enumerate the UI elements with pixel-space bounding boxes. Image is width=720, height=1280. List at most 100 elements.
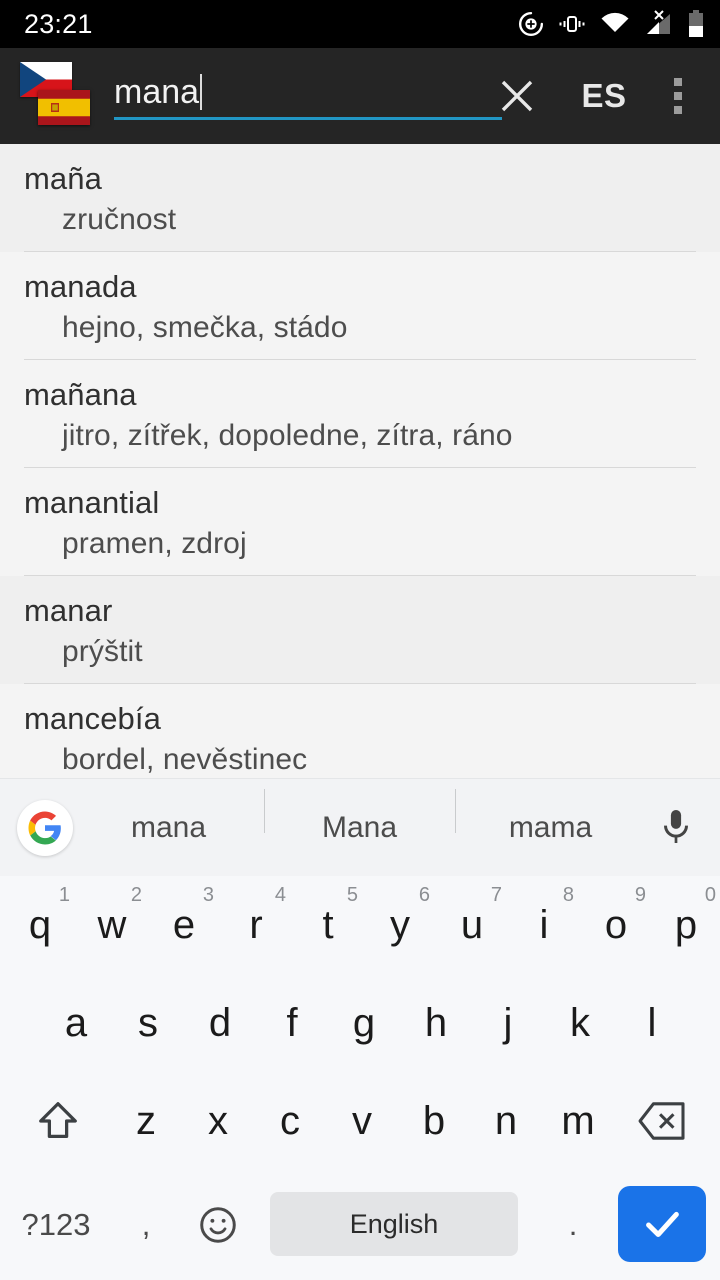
period-key[interactable]: . [540, 1170, 606, 1280]
key-label: q [28, 902, 52, 947]
emoji-key[interactable] [182, 1170, 254, 1280]
symbols-key[interactable]: ?123 [10, 1170, 102, 1280]
key-d[interactable]: d [184, 974, 256, 1072]
suggestion-item[interactable]: Mana [264, 788, 455, 845]
table-row[interactable]: manar prýštit [0, 576, 720, 684]
key-label: n [494, 1098, 518, 1143]
search-input-value: mana [114, 73, 200, 111]
location-icon [518, 11, 544, 37]
overflow-menu-button[interactable] [650, 64, 706, 128]
key-label: h [424, 1000, 448, 1045]
key-label: l [647, 1000, 657, 1045]
key-k[interactable]: k [544, 974, 616, 1072]
key-label: u [460, 902, 484, 947]
key-r[interactable]: 4r [220, 876, 292, 974]
result-translation: bordel, nevěstinec [62, 743, 308, 776]
search-field-container[interactable]: mana [114, 58, 502, 134]
text-caret [200, 74, 203, 110]
key-w[interactable]: 2w [76, 876, 148, 974]
dictionary-results-list[interactable]: maña zručnost manada hejno, smečka, stád… [0, 144, 720, 778]
key-label: o [604, 902, 628, 947]
key-y[interactable]: 6y [364, 876, 436, 974]
key-t[interactable]: 5t [292, 876, 364, 974]
shift-key[interactable] [16, 1072, 100, 1170]
enter-key[interactable] [618, 1186, 706, 1262]
key-u[interactable]: 7u [436, 876, 508, 974]
result-translation: pramen, zdroj [62, 527, 247, 560]
key-label: p [674, 902, 698, 947]
table-row[interactable]: manantial pramen, zdroj [0, 468, 720, 576]
more-dot [674, 106, 682, 114]
search-input[interactable]: mana [114, 72, 502, 112]
key-label: j [503, 1000, 513, 1045]
backspace-icon [638, 1102, 685, 1140]
key-f[interactable]: f [256, 974, 328, 1072]
table-row[interactable]: mañana jitro, zítřek, dopoledne, zítra, … [0, 360, 720, 468]
backspace-key[interactable] [620, 1072, 704, 1170]
key-q[interactable]: 1q [4, 876, 76, 974]
key-p[interactable]: 0p [652, 876, 720, 974]
key-label: e [172, 902, 196, 947]
close-icon [501, 80, 533, 112]
key-hint: 9 [634, 884, 646, 906]
key-hint: 4 [274, 884, 286, 906]
key-label: x [208, 1098, 228, 1143]
key-label: f [286, 1000, 298, 1045]
google-logo-icon[interactable] [17, 799, 73, 856]
key-n[interactable]: n [470, 1072, 542, 1170]
key-hint: 0 [704, 884, 716, 906]
vibrate-icon [558, 11, 586, 37]
key-i[interactable]: 8i [508, 876, 580, 974]
key-hint: 2 [130, 884, 142, 906]
suggestion-item[interactable]: mama [455, 788, 646, 845]
result-term: maña [24, 161, 102, 196]
table-row[interactable]: manada hejno, smečka, stádo [0, 252, 720, 360]
key-label: i [539, 902, 549, 947]
comma-key[interactable]: , [110, 1170, 182, 1280]
key-hint: 3 [202, 884, 214, 906]
no-signal-icon [644, 10, 674, 38]
keyboard-row-1: 1q 2w 3e 4r 5t 6y 7u 8i 9o 0p [0, 876, 720, 974]
spanish-flag-icon [38, 90, 90, 125]
battery-icon [688, 10, 704, 38]
key-label: r [249, 902, 263, 947]
key-a[interactable]: a [40, 974, 112, 1072]
result-translation: zručnost [62, 203, 177, 236]
key-o[interactable]: 9o [580, 876, 652, 974]
result-translation: prýštit [62, 635, 143, 668]
more-dot [674, 92, 682, 100]
key-x[interactable]: x [182, 1072, 254, 1170]
key-label: a [64, 1000, 88, 1045]
result-term: manantial [24, 485, 160, 520]
microphone-icon[interactable] [646, 798, 706, 858]
result-term: manada [24, 269, 137, 304]
language-pair-button[interactable] [20, 58, 94, 134]
key-label: s [138, 1000, 158, 1045]
key-j[interactable]: j [472, 974, 544, 1072]
table-row[interactable]: maña zručnost [0, 144, 720, 252]
on-screen-keyboard[interactable]: 1q 2w 3e 4r 5t 6y 7u 8i 9o 0p a s d f g … [0, 876, 720, 1280]
key-s[interactable]: s [112, 974, 184, 1072]
key-e[interactable]: 3e [148, 876, 220, 974]
key-v[interactable]: v [326, 1072, 398, 1170]
key-l[interactable]: l [616, 974, 688, 1072]
key-z[interactable]: z [110, 1072, 182, 1170]
status-bar-clock: 23:21 [24, 8, 93, 39]
key-c[interactable]: c [254, 1072, 326, 1170]
key-b[interactable]: b [398, 1072, 470, 1170]
key-hint: 8 [562, 884, 574, 906]
target-language-button[interactable]: ES [568, 67, 640, 125]
wifi-icon [600, 12, 630, 36]
key-label: y [390, 902, 410, 947]
result-term: mancebía [24, 701, 161, 736]
key-m[interactable]: m [542, 1072, 614, 1170]
key-g[interactable]: g [328, 974, 400, 1072]
key-label: c [280, 1098, 300, 1143]
table-row[interactable]: mancebía bordel, nevěstinec [0, 684, 720, 778]
key-h[interactable]: h [400, 974, 472, 1072]
suggestion-item[interactable]: mana [73, 811, 264, 845]
shift-icon [39, 1102, 77, 1138]
result-translation: hejno, smečka, stádo [62, 311, 348, 344]
space-key[interactable]: English [270, 1192, 518, 1256]
result-term: mañana [24, 377, 137, 412]
